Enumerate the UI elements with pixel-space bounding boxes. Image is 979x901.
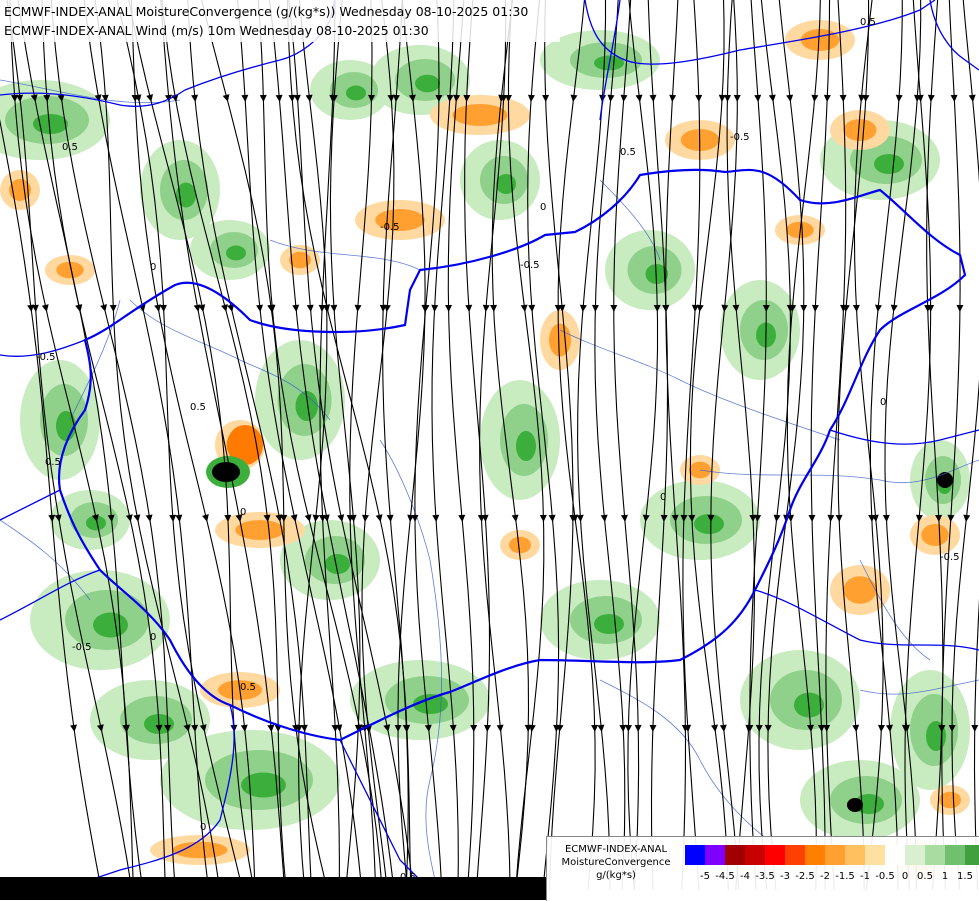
legend-tick: 0.5 [917,871,933,882]
convergence-area [937,472,953,488]
legend-swatch [825,845,845,865]
legend-unit: g/(kg*s) [551,869,681,882]
legend-swatch [905,845,925,865]
legend-tick: -2.5 [795,871,815,882]
contour-label: 0 [660,492,666,503]
contour-label: -0.5 [72,642,92,653]
legend-tick: -4.5 [715,871,735,882]
contour-label: 0.5 [190,402,206,413]
legend-ticks: -5-4.5-4-3.5-3-2.5-2-1.5-1-0.500.511.52 [675,871,975,885]
contour-label: -0.5 [940,552,960,563]
divergence-area [173,842,228,859]
no-data-strip [0,877,546,900]
convergence-area [516,431,536,461]
convergence-area [874,154,904,174]
legend-swatch [785,845,805,865]
divergence-area [801,29,840,51]
legend-swatch [865,845,885,865]
contour-label: 0 [880,397,886,408]
legend-color-bar [685,845,979,865]
legend-tick: 0 [902,871,908,882]
contour-label: 0.5 [620,147,636,158]
legend-swatch [805,845,825,865]
contour-label: -0.5 [380,222,400,233]
title-box: ECMWF-INDEX-ANAL MoistureConvergence (g/… [0,0,560,42]
divergence-area [844,119,877,141]
legend-tick: 1 [942,871,948,882]
legend-swatch [845,845,865,865]
legend-tick: -5 [700,871,710,882]
convergence-area [93,613,128,638]
legend-swatch [705,845,725,865]
legend-tick: -1 [860,871,870,882]
legend-swatch [745,845,765,865]
legend-tick: -0.5 [875,871,895,882]
contour-label: -0.5 [520,260,540,271]
contour-label: -0.5 [730,132,750,143]
legend-swatch [765,845,785,865]
contour-label: 0 [150,262,156,273]
convergence-area [56,411,76,441]
map-canvas: 0.5 0 -0.5 0.5 0 -0.5 0.5 0 -0.5 0.5 0 -0.5 0.5 0 -0.5… [0,0,979,900]
contour-label: 0.5 [240,682,256,693]
convergence-area [594,614,624,634]
legend-tick: 1.5 [957,871,973,882]
contour-label: 0 [150,632,156,643]
contour-label: 0.5 [62,142,78,153]
legend-swatch [685,845,705,865]
contour-label: 0 [200,822,206,833]
title-moisture-convergence: ECMWF-INDEX-ANAL MoistureConvergence (g/… [4,4,528,19]
legend-swatch [885,845,905,865]
convergence-area [226,246,246,261]
divergence-area [844,576,877,604]
contour-label: 0 [540,202,546,213]
convergence-area [346,86,366,101]
legend-parameter: MoistureConvergence [551,856,681,869]
contour-label: -0.5 [36,352,56,363]
legend-tick: -3.5 [755,871,775,882]
legend-swatch [925,845,945,865]
convergence-area [847,798,863,812]
divergence-area [921,524,949,546]
legend-swatch [965,845,979,865]
color-legend: ECMWF-INDEX-ANAL MoistureConvergence g/(… [546,836,979,901]
legend-swatch [945,845,965,865]
divergence-area [549,324,571,357]
contour-label: 0.5 [45,457,61,468]
legend-tick: -3 [780,871,790,882]
legend-swatch [725,845,745,865]
legend-tick: -1.5 [835,871,855,882]
legend-tick: -4 [740,871,750,882]
legend-model: ECMWF-INDEX-ANAL [551,843,681,856]
contour-label: 0.5 [860,17,876,28]
convergence-area [415,75,440,93]
divergence-area [509,537,531,554]
legend-tick: -2 [820,871,830,882]
contour-label: 0 [240,507,246,518]
title-wind: ECMWF-INDEX-ANAL Wind (m/s) 10m Wednesda… [4,23,429,38]
convergence-area [496,174,516,194]
legend-label: ECMWF-INDEX-ANAL MoistureConvergence g/(… [551,843,681,882]
